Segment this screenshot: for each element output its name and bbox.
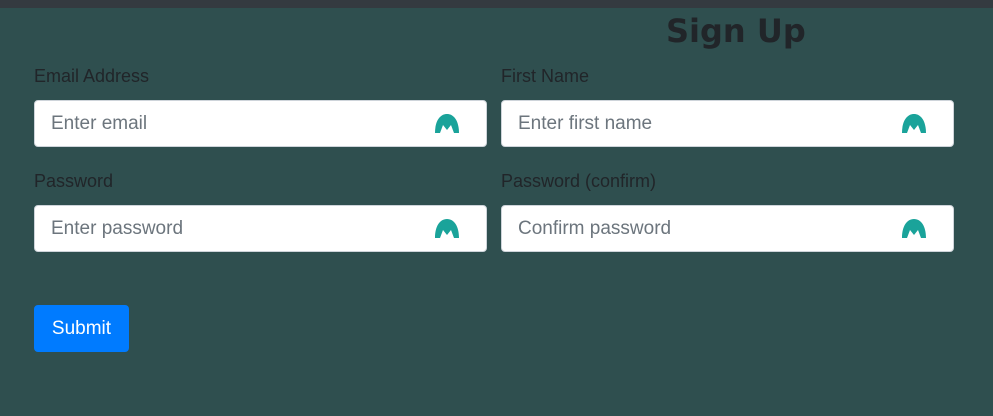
password-manager-icon[interactable] xyxy=(434,217,460,239)
password-label: Password xyxy=(34,171,114,191)
email-group: Email Address xyxy=(34,62,487,147)
first-name-input[interactable] xyxy=(502,101,953,146)
form-row: Password Password (confirm) xyxy=(34,167,955,252)
password-manager-icon[interactable] xyxy=(901,112,927,134)
confirm-password-input[interactable] xyxy=(502,206,953,251)
confirm-password-input-wrapper xyxy=(501,205,954,252)
password-manager-icon[interactable] xyxy=(434,112,460,134)
confirm-password-label: Password (confirm) xyxy=(501,171,657,191)
submit-button[interactable]: Submit xyxy=(34,305,129,352)
top-bar xyxy=(0,0,993,8)
first-name-label: First Name xyxy=(501,66,590,86)
email-input[interactable] xyxy=(35,101,486,146)
password-input-wrapper xyxy=(34,205,487,252)
first-name-group: First Name xyxy=(501,62,954,147)
form-row: Email Address First Name xyxy=(34,62,955,147)
email-label: Email Address xyxy=(34,66,150,86)
password-input[interactable] xyxy=(35,206,486,251)
email-input-wrapper xyxy=(34,100,487,147)
first-name-input-wrapper xyxy=(501,100,954,147)
signup-form: Email Address First Name Password xyxy=(34,62,955,252)
page-title: Sign Up xyxy=(666,12,806,50)
confirm-password-group: Password (confirm) xyxy=(501,167,954,252)
password-group: Password xyxy=(34,167,487,252)
password-manager-icon[interactable] xyxy=(901,217,927,239)
